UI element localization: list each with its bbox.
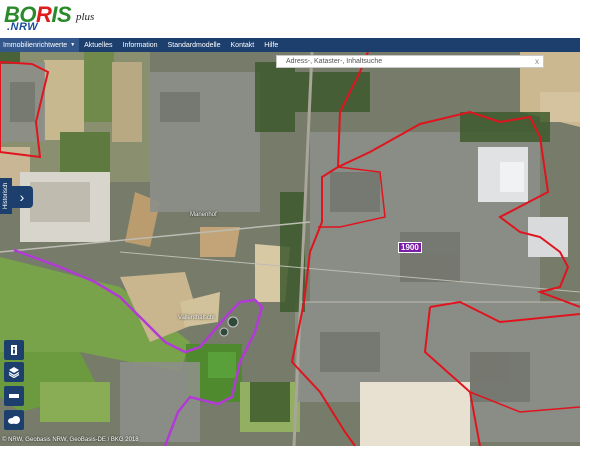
nav-item-aktuelles[interactable]: Aktuelles xyxy=(79,42,117,49)
caret-down-icon: ▼ xyxy=(70,42,76,48)
nav-item-standardmodelle[interactable]: Standardmodelle xyxy=(163,42,226,49)
info-button[interactable] xyxy=(4,340,24,360)
search-input[interactable]: Adress-, Kataster-, Inhaltsuche x xyxy=(276,55,544,68)
boris-logo[interactable]: BORIS plus .NRW xyxy=(4,2,124,36)
cloud-icon xyxy=(8,416,20,424)
place-label-manenhof: Manenhof xyxy=(190,212,217,218)
expand-arrow-icon[interactable]: › xyxy=(11,186,33,208)
right-margin xyxy=(580,38,590,452)
close-icon[interactable]: x xyxy=(535,57,539,66)
nav-dropdown-immobilienrichtwerte[interactable]: Immobilienrichtwerte ▼ xyxy=(0,38,80,52)
map-canvas[interactable]: Adress-, Kataster-, Inhaltsuche x 1900 M… xyxy=(0,52,580,446)
header: BORIS plus .NRW xyxy=(0,0,590,38)
logo-plus: plus xyxy=(76,11,95,23)
main-nav: Immobilienrichtwerte ▼ Aktuelles Informa… xyxy=(0,38,580,52)
place-label-vallenthalschl: Vallenthalschl xyxy=(178,315,215,321)
aerial-imagery xyxy=(0,52,580,446)
layers-button[interactable] xyxy=(4,362,24,382)
measure-icon xyxy=(9,394,19,398)
map-copyright: © NRW, Geobasis NRW, GeoBasis-DE / BKG 2… xyxy=(2,437,139,443)
bottom-margin xyxy=(0,446,590,452)
cloud-button[interactable] xyxy=(4,410,24,430)
logo-nrw: .NRW xyxy=(7,21,39,33)
search-placeholder: Adress-, Kataster-, Inhaltsuche xyxy=(286,58,383,65)
nav-item-kontakt[interactable]: Kontakt xyxy=(226,42,260,49)
nav-item-hilfe[interactable]: Hilfe xyxy=(259,42,283,49)
info-icon xyxy=(11,345,17,355)
layers-icon xyxy=(8,367,20,378)
zone-value-badge[interactable]: 1900 xyxy=(398,242,422,253)
measure-button[interactable] xyxy=(4,386,24,406)
nav-item-information[interactable]: Information xyxy=(118,42,163,49)
nav-dropdown-label: Immobilienrichtwerte xyxy=(3,41,68,49)
